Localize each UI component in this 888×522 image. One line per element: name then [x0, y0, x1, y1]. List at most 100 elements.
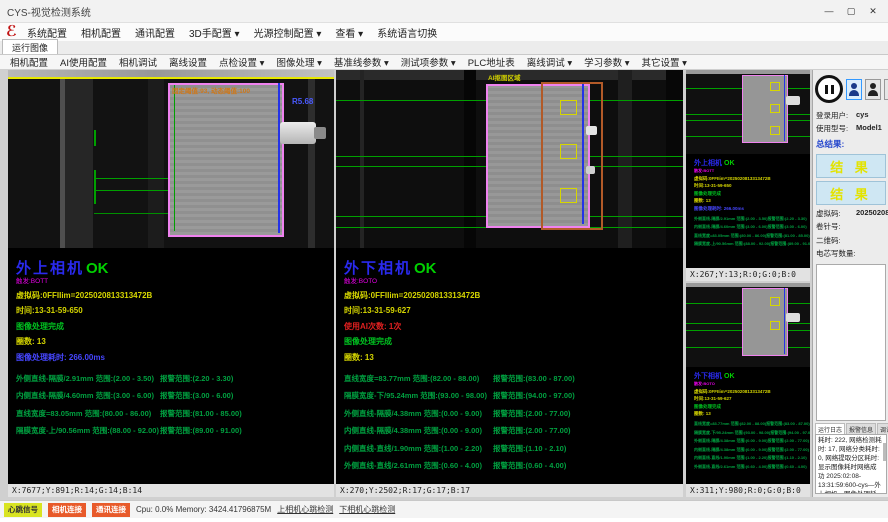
measurement-row: 隔膜宽度-下/95.24mm 范围:(93.00 - 98.00) 报警范围:(…: [694, 430, 808, 436]
measurement-alarm: 报警范围:(2.00 - 77.00): [493, 425, 679, 436]
feature-box: [770, 321, 780, 330]
measurement-alarm: 报警范围:(89.00 - 91.00): [160, 425, 330, 436]
tab-run-image[interactable]: 运行图像: [2, 39, 58, 54]
result-box-top: 结 果: [816, 154, 886, 178]
feature-box: [560, 188, 577, 203]
pixel-readout: X:311;Y:980;R:0;G:0;B:0: [686, 484, 810, 497]
result-box-bottom: 结 果: [816, 181, 886, 205]
cycle-count: 圈数: 13: [344, 352, 683, 363]
measurement-list: 外侧直线-隔膜/2.91mm 范围:(2.00 - 3.50) 报警范围:(2.…: [694, 216, 810, 248]
toolbar-item[interactable]: 离线调试 ▾: [521, 55, 578, 69]
model-value[interactable]: Model1: [856, 123, 882, 134]
ai-region-label: AI抠图区域: [488, 72, 521, 82]
connector-part: [280, 122, 316, 144]
blue-edge-line: [582, 84, 584, 224]
capture-time: 时间:13-31-59-627: [344, 305, 683, 316]
toolbar-item[interactable]: 相机调试: [113, 55, 163, 69]
green-marker-line: [94, 170, 96, 204]
tab-alarm-info[interactable]: 报警信息: [846, 423, 876, 434]
measurement-row: 外侧直线-直线/2.61mm 范围:(0.60 - 4.00) 报警范围:(0.…: [694, 464, 808, 470]
measurement-row: 内侧直线-隔膜/4.38mm 范围:(0.00 - 9.00) 报警范围:(2.…: [344, 425, 679, 436]
window-controls: — ▢ ✕: [818, 2, 884, 20]
measurement-row: 外侧直线-隔膜/2.91mm 范围:(2.00 - 3.50) 报警范围:(2.…: [16, 373, 330, 384]
total-result-label: 总结果:: [813, 134, 888, 151]
radius-label: R5.68: [292, 97, 313, 106]
toolbar-item[interactable]: PLC地址表: [462, 55, 521, 69]
user-button[interactable]: [846, 79, 862, 100]
measurement-value: 内侧直线-隔膜/4.38mm 范围:(0.00 - 9.00): [344, 425, 493, 436]
maximize-button[interactable]: ▢: [840, 2, 862, 20]
bright-spot: [586, 166, 595, 174]
menu-item[interactable]: 系统语言切换: [370, 25, 444, 40]
measurement-alarm: 报警范围:(0.60 - 4.00): [493, 460, 679, 471]
measurement-row: 外侧直线-隔膜/2.91mm 范围:(2.00 - 3.50) 报警范围:(2.…: [694, 216, 808, 222]
menu-item[interactable]: 通讯配置: [128, 25, 182, 40]
measurement-row: 隔膜宽度-上/90.56mm 范围:(88.00 - 92.00) 报警范围:(…: [694, 241, 808, 247]
connector-tail: [314, 127, 326, 139]
pixel-readout: X:7677;Y:891;R:14;G:14;B:14: [8, 484, 334, 497]
camera-panel-outer-top: 固定阈值:93, 动态阈值:100 R5.68 外上相机OK 触发:BOTT 虚…: [8, 70, 334, 497]
result-listbox[interactable]: [816, 264, 886, 421]
log-output[interactable]: 耗时: 222, 网络检测耗时: 17, 网络分类耗时: 0, 网络提取分区耗时…: [815, 434, 887, 494]
camera-image-outer-bottom[interactable]: AI抠图区域: [336, 70, 683, 248]
menu-item[interactable]: 3D手配置 ▾: [182, 25, 247, 40]
measurement-row: 内侧直线-直线/1.90mm 范围:(1.00 - 2.20) 报警范围:(1.…: [344, 443, 679, 454]
statusbar: 心跳信号 相机连接 通讯连接 Cpu: 0.0% Memory: 3424.41…: [0, 500, 888, 518]
log-text: 耗时: 222, 网络检测耗时: 17, 网络分类耗时: 0, 网络提取分区耗时…: [818, 437, 882, 494]
bright-spot: [586, 126, 597, 135]
upper-camera-heartbeat-link[interactable]: 上相机心跳检测: [277, 504, 333, 515]
toolbar-item[interactable]: AI使用配置: [54, 55, 113, 69]
tab-run-log[interactable]: 运行日志: [815, 423, 845, 434]
toolbar-item[interactable]: 其它设置 ▾: [636, 55, 693, 69]
pin-number-label: 卷针号:: [816, 221, 856, 232]
lower-camera-heartbeat-link[interactable]: 下相机心跳检测: [339, 504, 395, 515]
menu-item[interactable]: 光源控制配置 ▾: [247, 25, 329, 40]
comm-connect-badge: 通讯连接: [92, 503, 130, 517]
camera-panel-mini-bottom: 外下相机OK 触发:BOTO 虚拟码:0FFIIim=2025020813313…: [686, 283, 810, 497]
menu-item[interactable]: 查看 ▾: [328, 25, 370, 40]
measurement-row: 内侧直线-直线/1.90mm 范围:(1.00 - 2.20) 报警范围:(1.…: [694, 455, 808, 461]
camera-image-mini-bottom[interactable]: [686, 283, 810, 367]
measurement-list: 直线宽度=83.77mm 范围:(82.00 - 88.00) 报警范围:(83…: [694, 421, 810, 470]
log-scrollbar[interactable]: [883, 443, 886, 461]
measurement-list: 直线宽度=83.77mm 范围:(82.00 - 88.00) 报警范围:(83…: [344, 373, 683, 472]
measurement-row: 隔膜宽度-下/95.24mm 范围:(93.00 - 98.00) 报警范围:(…: [344, 390, 679, 401]
toolbar-item[interactable]: 基准线参数 ▾: [328, 55, 395, 69]
camera-connect-badge: 相机连接: [48, 503, 86, 517]
feature-box: [770, 126, 780, 135]
measurement-value: 内侧直线-隔膜/4.60mm 范围:(3.00 - 6.00): [16, 390, 160, 401]
measurement-row: 隔膜宽度-上/90.56mm 范围:(88.00 - 92.00) 报警范围:(…: [16, 425, 330, 436]
toolbar-item[interactable]: 点检设置 ▾: [213, 55, 270, 69]
toolbar-item[interactable]: 学习参数 ▾: [578, 55, 635, 69]
toolbar-item[interactable]: 图像处理 ▾: [270, 55, 327, 69]
login-user-value: cys: [856, 110, 869, 121]
camera-image-mini-top[interactable]: [686, 70, 810, 154]
cycle-count: 圈数: 13: [16, 336, 334, 347]
minimize-button[interactable]: —: [818, 2, 840, 20]
cpu-memory-readout: Cpu: 0.0% Memory: 3424.41796875M: [136, 505, 271, 514]
measurement-alarm: 报警范围:(2.20 - 3.30): [160, 373, 330, 384]
camera-image-outer-top[interactable]: 固定阈值:93, 动态阈值:100 R5.68: [8, 70, 334, 248]
exit-button[interactable]: [884, 79, 888, 100]
measurement-row: 直线宽度=83.05mm 范围:(80.00 - 86.00) 报警范围:(81…: [694, 233, 808, 239]
menu-item[interactable]: 相机配置: [74, 25, 128, 40]
blue-edge-line: [784, 75, 785, 141]
tab-debug-info[interactable]: 调试信息: [877, 423, 888, 434]
app-window: CYS-视觉检测系统 — ▢ ✕ ℰ 系统配置 相机配置 通讯配置 3D手配置 …: [0, 0, 888, 522]
toolbar-item[interactable]: 离线设置: [163, 55, 213, 69]
result-text-block: 外下相机OK 触发:BOTO 虚拟码:0FFIIim=2025020813313…: [336, 248, 683, 484]
pixel-readout: X:270;Y:2502;R:17;G:17;B:17: [336, 484, 683, 497]
process-done: 图像处理完成: [344, 336, 683, 347]
toolbar-item[interactable]: 测试项参数 ▾: [395, 55, 462, 69]
close-button[interactable]: ✕: [862, 2, 884, 20]
measurement-value: 直线宽度=83.05mm 范围:(80.00 - 86.00): [16, 408, 160, 419]
status-ok: OK: [86, 260, 109, 277]
pause-button[interactable]: [815, 75, 843, 103]
main-area: 固定阈值:93, 动态阈值:100 R5.68 外上相机OK 触发:BOTT 虚…: [0, 70, 888, 500]
menu-item[interactable]: 系统配置: [20, 25, 74, 40]
connector-part: [786, 313, 800, 322]
toolbar-item[interactable]: 相机配置: [4, 55, 54, 69]
feature-box: [560, 100, 577, 115]
measurement-row: 外侧直线-隔膜/4.38mm 范围:(0.00 - 9.00) 报警范围:(2.…: [344, 408, 679, 419]
operator-button[interactable]: [865, 79, 881, 100]
